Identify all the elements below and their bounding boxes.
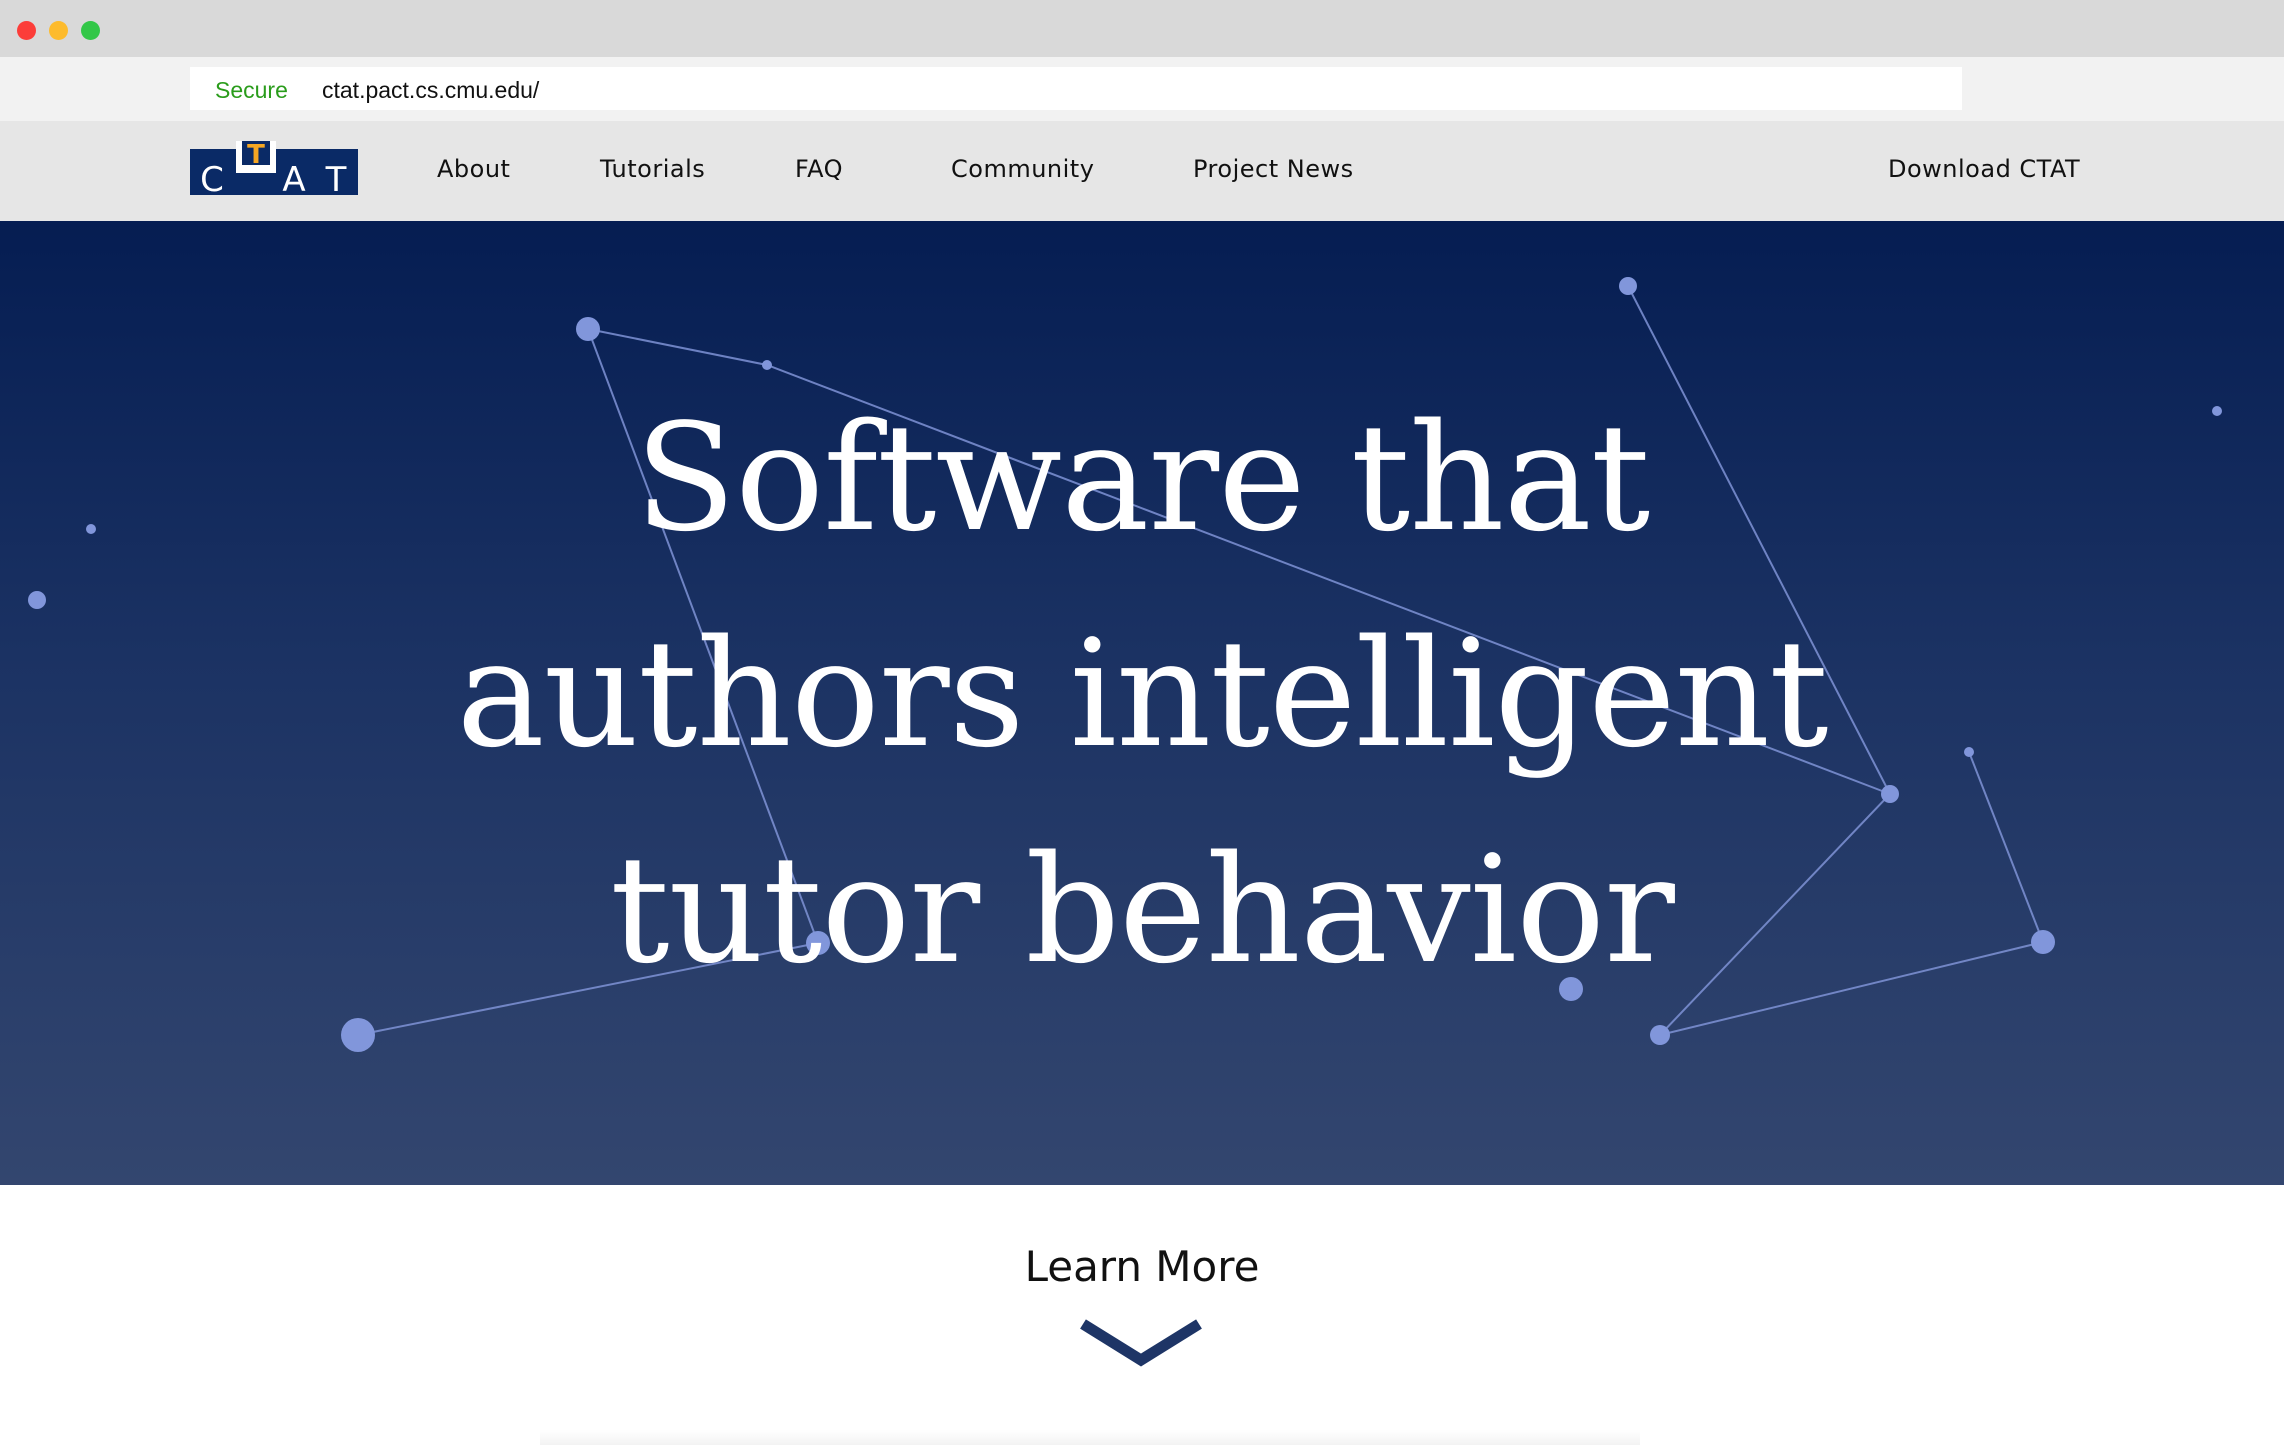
site-navigation: T C A T About Tutorials FAQ Community Pr… (0, 121, 2284, 221)
svg-text:A: A (282, 160, 305, 195)
svg-text:C: C (200, 160, 224, 195)
nav-project-news[interactable]: Project News (1193, 155, 1354, 183)
browser-address-bar: Secure ctat.pact.cs.cmu.edu/ (0, 57, 2284, 121)
url-text[interactable]: ctat.pact.cs.cmu.edu/ (322, 77, 539, 104)
hero-banner: Software that authors intelligent tutor … (0, 221, 2284, 1185)
svg-text:T: T (247, 141, 265, 170)
minimize-window-button[interactable] (49, 21, 68, 40)
nav-about[interactable]: About (437, 155, 510, 183)
chevron-down-icon[interactable] (1077, 1318, 1205, 1370)
svg-text:T: T (325, 160, 347, 195)
nav-community[interactable]: Community (951, 155, 1094, 183)
hero-headline-line-2: authors intelligent (456, 608, 1828, 780)
maximize-window-button[interactable] (81, 21, 100, 40)
nav-tutorials[interactable]: Tutorials (600, 155, 705, 183)
learn-more-link[interactable]: Learn More (0, 1242, 2284, 1291)
hero-headline-line-1: Software that (634, 392, 1651, 564)
browser-titlebar (0, 0, 2284, 57)
close-window-button[interactable] (17, 21, 36, 40)
url-field[interactable]: Secure ctat.pact.cs.cmu.edu/ (190, 67, 1962, 110)
content-divider (540, 1430, 1640, 1445)
nav-faq[interactable]: FAQ (795, 155, 843, 183)
ctat-logo[interactable]: T C A T (190, 140, 358, 200)
hero-headline-line-3: tutor behavior (610, 824, 1675, 996)
download-ctat-link[interactable]: Download CTAT (1888, 155, 2080, 183)
secure-label: Secure (215, 77, 288, 103)
